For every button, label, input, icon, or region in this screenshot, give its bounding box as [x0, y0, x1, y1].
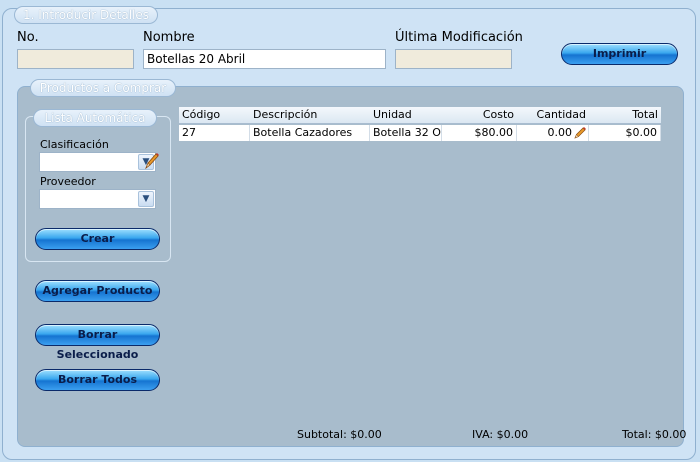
borrar-todos-button[interactable]: Borrar Todos — [35, 369, 160, 391]
ultima-modificacion-field[interactable] — [395, 49, 512, 69]
cell-codigo: 27 — [179, 125, 250, 141]
total-text: Total: $0.00 — [622, 428, 687, 441]
imprimir-button[interactable]: Imprimir — [561, 43, 678, 65]
products-table[interactable]: Código Descripción Unidad Costo Cantidad… — [179, 107, 661, 418]
pencil-icon[interactable] — [142, 151, 160, 171]
no-label: No. — [17, 30, 39, 45]
cell-descripcion: Botella Cazadores — [250, 125, 370, 141]
table-header: Código Descripción Unidad Costo Cantidad… — [179, 107, 661, 124]
chevron-down-icon[interactable]: ▼ — [138, 191, 154, 207]
proveedor-select[interactable]: ▼ — [39, 189, 156, 209]
cell-costo: $80.00 — [442, 125, 517, 141]
column-header-total[interactable]: Total — [589, 107, 661, 123]
proveedor-label: Proveedor — [40, 175, 96, 188]
details-group-title: 1. Introducir Detalles — [14, 6, 158, 24]
nombre-field[interactable]: Botellas 20 Abril — [143, 49, 386, 69]
crear-button[interactable]: Crear — [35, 228, 160, 250]
borrar-seleccionado-button[interactable]: Borrar Seleccionado — [35, 324, 160, 361]
clasificacion-select[interactable]: ▼ — [39, 152, 156, 172]
nombre-label: Nombre — [143, 30, 195, 45]
table-row[interactable]: 27 Botella Cazadores Botella 32 Oz. $80.… — [179, 125, 661, 141]
no-field[interactable] — [17, 49, 134, 69]
agregar-producto-button[interactable]: Agregar Producto — [35, 280, 160, 302]
clasificacion-label: Clasificación — [40, 138, 109, 151]
pencil-icon[interactable] — [573, 126, 587, 140]
cell-total: $0.00 — [589, 125, 661, 141]
cell-unidad: Botella 32 Oz. — [370, 125, 442, 141]
column-header-cantidad[interactable]: Cantidad — [517, 107, 589, 123]
auto-list-title: Lista Automática — [33, 109, 157, 127]
column-header-costo[interactable]: Costo — [442, 107, 517, 123]
products-group-title: Productos a Comprar — [30, 79, 176, 97]
column-header-codigo[interactable]: Código — [179, 107, 250, 123]
column-header-descripcion[interactable]: Descripción — [250, 107, 370, 123]
column-header-unidad[interactable]: Unidad — [370, 107, 442, 123]
subtotal-text: Subtotal: $0.00 — [297, 428, 382, 441]
ultima-modificacion-label: Última Modificación — [395, 30, 523, 45]
iva-text: IVA: $0.00 — [472, 428, 529, 441]
